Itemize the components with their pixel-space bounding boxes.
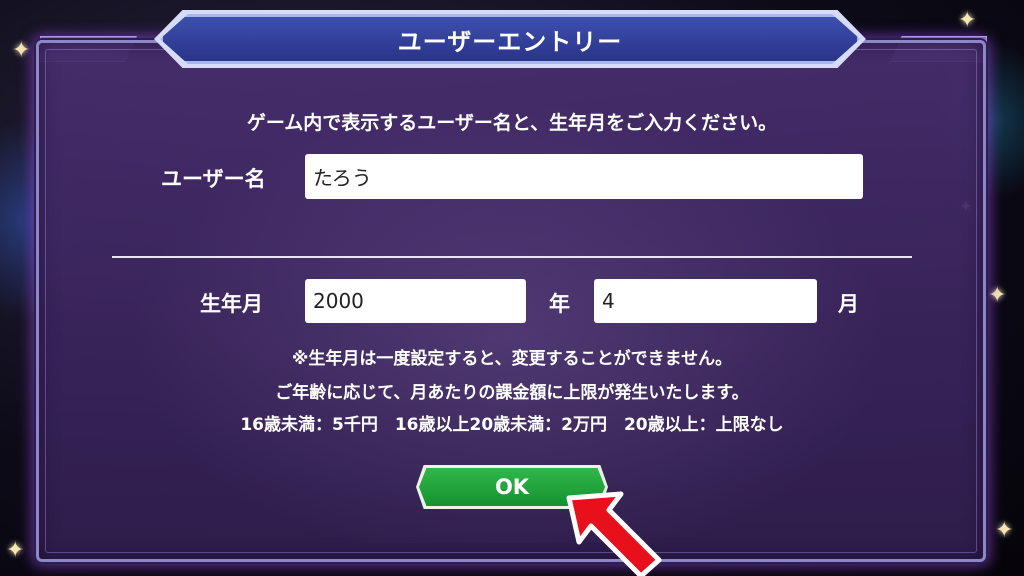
- birth-label: 生年月: [200, 292, 263, 316]
- sparkle-icon: ✦: [988, 283, 1007, 308]
- sparkle-icon: ✦: [958, 8, 977, 33]
- birth-year-input[interactable]: [305, 279, 526, 323]
- spending-limit-text: ご年齢に応じて、月あたりの課金額に上限が発生いたします。: [275, 383, 749, 403]
- age-limit-table-text: 16歳未満：5千円 16歳以上20歳未満：2万円 20歳以上：上限なし: [240, 415, 784, 435]
- section-divider: [112, 256, 912, 258]
- instruction-text: ゲーム内で表示するユーザー名と、生年月をご入力ください。: [246, 112, 778, 134]
- dialog-title-bar: ユーザーエントリー: [160, 14, 860, 64]
- sparkle-icon: ✦: [6, 538, 25, 563]
- username-input[interactable]: [305, 154, 863, 199]
- sparkle-icon: ✦: [12, 38, 31, 63]
- username-label: ユーザー名: [161, 167, 266, 191]
- birth-month-input[interactable]: [594, 279, 817, 323]
- year-unit-label: 年: [549, 292, 570, 316]
- sparkle-icon: ✦: [995, 518, 1014, 543]
- pointer-arrow-icon: [566, 491, 662, 576]
- birth-note-text: ※生年月は一度設定すると、変更することができません。: [291, 349, 733, 369]
- month-unit-label: 月: [838, 292, 859, 316]
- dialog-title: ユーザーエントリー: [397, 27, 623, 56]
